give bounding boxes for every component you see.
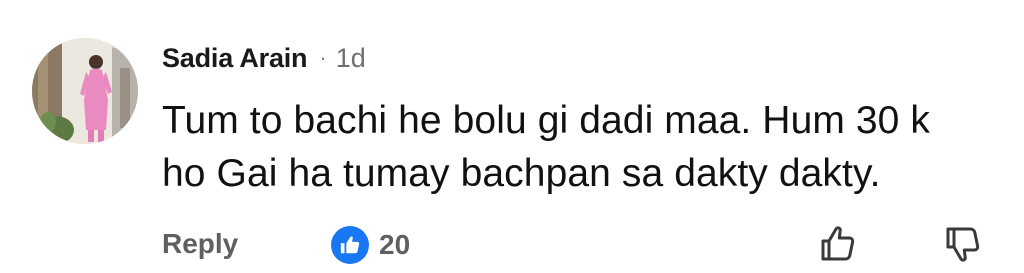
comment-age: 1d (335, 42, 366, 73)
reaction-summary[interactable]: 20 (331, 226, 410, 264)
thumbs-down-outline-icon[interactable] (940, 221, 986, 267)
author-name[interactable]: Sadia Arain (162, 43, 308, 74)
comment: Sadia Arain · 1d Tum to bachi he bolu gi… (0, 0, 1024, 273)
comment-text-line: Tum to bachi he bolu gi dadi maa. Hum 30… (162, 99, 930, 142)
comment-text-line: ho Gai ha tumay bachpan sa dakty dakty. (162, 152, 881, 195)
reply-button[interactable]: Reply (162, 224, 238, 264)
reaction-count: 20 (379, 229, 411, 260)
comment-header: Sadia Arain · 1d (162, 40, 366, 76)
comment-text: Tum to bachi he bolu gi dadi maa. Hum 30… (162, 94, 1012, 200)
thumbs-up-icon (331, 226, 369, 264)
avatar[interactable] (32, 38, 138, 144)
profile-photo (32, 38, 138, 144)
separator-dot: · (319, 45, 327, 70)
thumbs-up-outline-icon[interactable] (815, 221, 861, 267)
